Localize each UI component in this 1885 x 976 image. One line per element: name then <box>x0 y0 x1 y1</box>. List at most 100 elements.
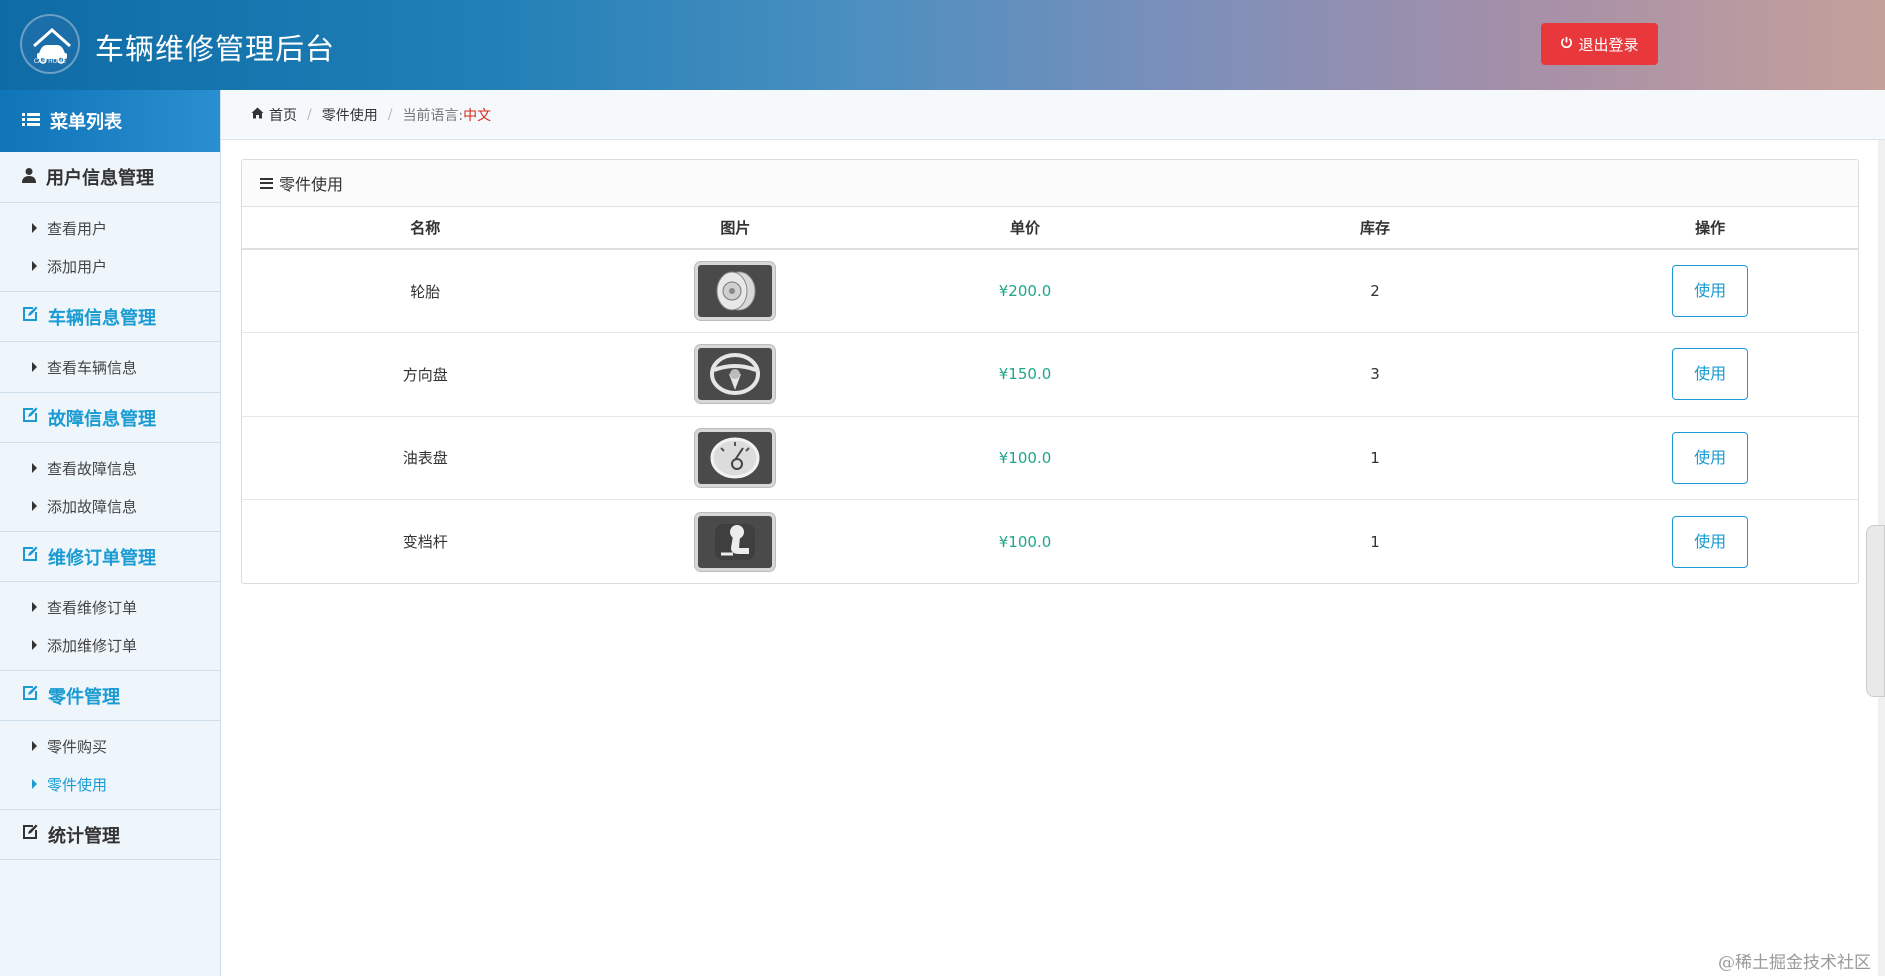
sidebar-group-statistics[interactable]: 统计管理 <box>0 809 220 860</box>
part-stock: 3 <box>1187 332 1563 417</box>
breadcrumb-current[interactable]: 零件使用 <box>322 105 378 125</box>
table-row: 油表盘 ¥100.0 1 使用 <box>242 416 1858 500</box>
part-image-cell <box>608 416 863 500</box>
part-action-cell: 使用 <box>1562 500 1858 584</box>
column-header-action: 操作 <box>1562 207 1858 250</box>
edit-icon <box>22 407 38 428</box>
parts-usage-panel: 零件使用 名称 图片 单价 库存 操作 轮胎 ¥200.0 2 使用 方向盘 ¥… <box>241 159 1859 584</box>
language-label: 当前语言: <box>402 107 464 124</box>
watermark: @稀土掘金技术社区 <box>1718 953 1871 973</box>
edit-icon <box>22 685 38 706</box>
part-name: 变档杆 <box>402 533 448 551</box>
table-header-row: 名称 图片 单价 库存 操作 <box>242 207 1858 250</box>
panel-title: 零件使用 <box>279 175 344 194</box>
part-name: 轮胎 <box>242 249 609 333</box>
power-icon <box>1560 35 1573 53</box>
part-action-cell: 使用 <box>1562 416 1858 500</box>
breadcrumb-separator: / <box>387 106 393 123</box>
sidebar-item-add-fault[interactable]: 添加故障信息 <box>0 487 220 525</box>
part-name: 方向盘 <box>242 332 609 417</box>
part-price: ¥100.0 <box>998 532 1052 551</box>
part-stock: 1 <box>1370 532 1380 551</box>
app-title: 车辆维修管理后台 <box>95 32 336 66</box>
sidebar-group-parts[interactable]: 零件管理 <box>0 670 220 721</box>
sidebar-item-add-user[interactable]: 添加用户 <box>0 247 220 285</box>
caret-right-icon <box>32 779 37 789</box>
sidebar-item-label: 添加故障信息 <box>47 497 138 516</box>
sidebar-item-add-order[interactable]: 添加维修订单 <box>0 626 220 664</box>
steering-wheel-icon <box>695 345 776 404</box>
part-image-cell <box>608 249 863 333</box>
column-header-name: 名称 <box>242 207 609 250</box>
edit-icon <box>22 824 38 845</box>
user-icon <box>22 167 36 188</box>
fuel-gauge-icon <box>695 428 776 487</box>
language-value[interactable]: 中文 <box>463 105 491 125</box>
breadcrumb-home-link[interactable]: 首页 <box>269 105 297 125</box>
sidebar-item-label: 查看车辆信息 <box>47 358 138 377</box>
use-button[interactable]: 使用 <box>1672 515 1749 568</box>
table-row: 轮胎 ¥200.0 2 使用 <box>242 249 1858 333</box>
sidebar: 菜单列表 用户信息管理 查看用户 添加用户 车辆信息管理 查看车辆信息 故障信息… <box>0 90 221 976</box>
sidebar-item-parts-usage[interactable]: 零件使用 <box>0 765 220 803</box>
sidebar-item-view-orders[interactable]: 查看维修订单 <box>0 588 220 626</box>
sidebar-item-label: 查看故障信息 <box>47 459 138 478</box>
menu-title: 菜单列表 <box>0 90 220 152</box>
edit-icon <box>22 546 38 567</box>
part-action-cell: 使用 <box>1562 249 1858 333</box>
part-price: ¥100.0 <box>862 416 1188 500</box>
logout-label: 退出登录 <box>1578 35 1639 54</box>
use-button[interactable]: 使用 <box>1672 265 1749 317</box>
part-stock: 1 <box>1187 416 1563 500</box>
part-action-cell: 使用 <box>1562 332 1858 417</box>
menu-title-label: 菜单列表 <box>50 112 122 133</box>
sidebar-group-label: 统计管理 <box>48 825 120 847</box>
sidebar-item-label: 查看维修订单 <box>47 598 138 617</box>
caret-right-icon <box>32 261 37 271</box>
caret-right-icon <box>32 602 37 612</box>
part-image-cell <box>608 332 863 417</box>
logout-button[interactable]: 退出登录 <box>1541 23 1658 65</box>
sidebar-item-view-faults[interactable]: 查看故障信息 <box>0 449 220 487</box>
sidebar-group-user-info[interactable]: 用户信息管理 <box>0 152 220 203</box>
tire-icon <box>695 262 776 320</box>
caret-right-icon <box>32 463 37 473</box>
gear-shift-icon <box>695 512 776 571</box>
part-image-cell <box>608 500 862 584</box>
part-price: ¥150.0 <box>862 332 1188 417</box>
sidebar-group-label: 用户信息管理 <box>46 168 154 189</box>
sidebar-group-label: 车辆信息管理 <box>48 307 156 329</box>
sidebar-group-repair-orders[interactable]: 维修订单管理 <box>0 531 220 582</box>
bars-icon <box>260 177 273 189</box>
car-home-logo: CAR HOME <box>20 14 80 74</box>
sidebar-item-label: 添加维修订单 <box>47 636 138 655</box>
column-header-image: 图片 <box>608 207 863 250</box>
sidebar-group-label: 故障信息管理 <box>48 408 156 430</box>
sidebar-item-view-users[interactable]: 查看用户 <box>0 209 220 247</box>
panel-header: 零件使用 <box>242 160 1858 207</box>
part-name: 油表盘 <box>242 416 609 500</box>
breadcrumb: 首页 / 零件使用 / 当前语言: 中文 <box>221 90 1885 140</box>
breadcrumb-separator: / <box>307 106 312 123</box>
caret-right-icon <box>32 640 37 650</box>
list-icon <box>22 111 40 132</box>
sidebar-group-fault-info[interactable]: 故障信息管理 <box>0 392 220 443</box>
sidebar-item-label: 添加用户 <box>47 257 108 276</box>
sidebar-item-parts-purchase[interactable]: 零件购买 <box>0 727 220 765</box>
top-header: CAR HOME 车辆维修管理后台 退出登录 <box>0 0 1885 90</box>
sidebar-item-label: 查看用户 <box>47 219 108 238</box>
use-button[interactable]: 使用 <box>1672 431 1749 484</box>
caret-right-icon <box>32 741 37 751</box>
table-row: 变档杆 ¥100.0 1 使用 <box>242 500 1858 584</box>
sidebar-group-vehicle-info[interactable]: 车辆信息管理 <box>0 291 220 342</box>
column-header-price: 单价 <box>862 207 1188 250</box>
column-header-stock: 库存 <box>1187 207 1563 250</box>
sidebar-item-view-vehicles[interactable]: 查看车辆信息 <box>0 348 220 386</box>
home-icon <box>251 107 264 123</box>
edit-icon <box>22 306 38 327</box>
table-row: 方向盘 ¥150.0 3 使用 <box>242 332 1858 417</box>
floating-side-widget[interactable] <box>1866 525 1885 697</box>
logo-text: CAR HOME <box>33 58 67 65</box>
parts-table: 名称 图片 单价 库存 操作 轮胎 ¥200.0 2 使用 方向盘 ¥150.0… <box>242 207 1858 583</box>
use-button[interactable]: 使用 <box>1672 348 1749 401</box>
